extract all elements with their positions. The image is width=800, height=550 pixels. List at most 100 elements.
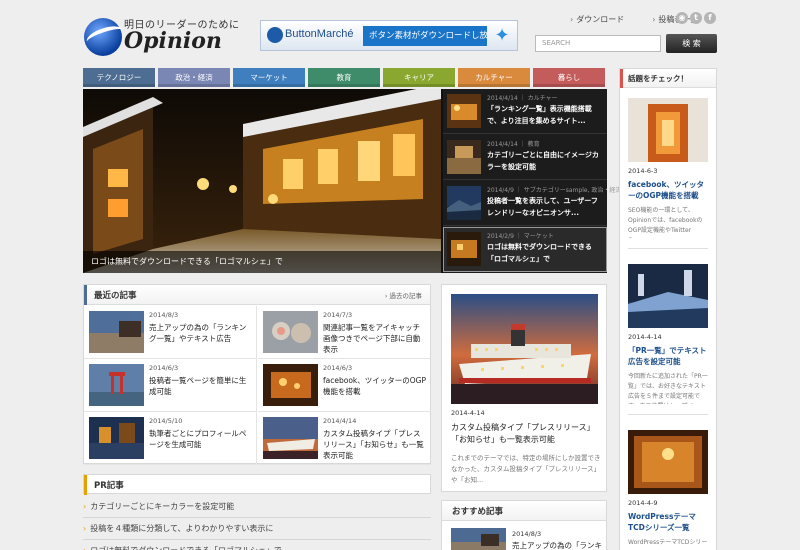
archive-link[interactable]: › 過去の記事 [385, 290, 422, 300]
recent-post-item[interactable]: 2014/4/14 カスタム投稿タイプ「プレスリリース」「お知らせ」も一覧表示可能 [258, 412, 431, 465]
featured-ship-image [451, 294, 598, 404]
slider-item-title: カテゴリーごとに自由にイメージカラーを設定可能 [487, 151, 599, 171]
butterfly-icon: ✦ [494, 25, 510, 46]
recent-post-date: 2014/4/14 [323, 417, 357, 425]
featured-title[interactable]: カスタム投稿タイプ「プレスリリース」「お知らせ」も一覧表示可能 [451, 422, 601, 446]
trending-accent-bar [620, 69, 623, 88]
recent-post-thumbnail [263, 364, 318, 406]
trending-title: 話題をチェック！ [628, 74, 688, 83]
arrow-right-icon: › [83, 546, 86, 550]
trending-thumbnail [628, 98, 708, 162]
pr-panel-header: PR記事 [83, 474, 431, 495]
nav-tab-5[interactable]: カルチャー [458, 68, 530, 87]
hero-caption: ロゴは無料でダウンロードできる「ロゴマルシェ」で [83, 251, 441, 273]
nav-tab-4[interactable]: キャリア [383, 68, 455, 87]
trending-excerpt: SEO機能の一環として、Opinionでは、facebookのOGP設定機能やT… [628, 207, 703, 238]
category-nav: テクノロジー 政治・経済 マーケット 教育 キャリア カルチャー 暮らし [83, 68, 607, 87]
recent-post-thumbnail [89, 417, 144, 459]
nav-tab-1[interactable]: 政治・経済 [158, 68, 230, 87]
slider-list-item[interactable]: 2014/4/14 ｜ 教育カテゴリーごとに自由にイメージカラーを設定可能 [443, 135, 607, 180]
arrow-right-icon: › [570, 15, 574, 24]
recent-post-item[interactable]: 2014/6/3 facebook、ツイッターのOGP機能を搭載 [258, 359, 431, 412]
slider-item-meta: 2014/4/14 ｜ 教育 [487, 141, 540, 148]
recent-post-title: facebook、ツイッターのOGP機能を搭載 [323, 376, 426, 396]
trending-date: 2014-6-3 [628, 167, 658, 175]
arrow-right-icon: › [652, 15, 656, 24]
slider-list-item[interactable]: 2014/4/14 ｜ カルチャー「ランキング一覧」表示機能搭載で、より注目を集… [443, 89, 607, 134]
site-logo[interactable]: 明日のリーダーのために Opinion [84, 14, 239, 58]
recent-post-item[interactable]: 2014/5/10 執筆者ごとにプロフィールページを生成可能 [84, 412, 257, 465]
recent-post-title: 執筆者ごとにプロフィールページを生成可能 [149, 429, 247, 449]
recent-post-date: 2014/6/3 [149, 364, 179, 372]
recent-post-thumbnail [89, 364, 144, 406]
recent-post-title: 関連記事一覧をアイキャッチ画像つきでページ下部に自動表示 [323, 323, 421, 354]
slider-thumbnail [447, 232, 481, 266]
recent-post-date: 2014/8/3 [149, 311, 179, 319]
recent-posts-header: 最近の記事 › 過去の記事 [84, 285, 430, 305]
featured-date: 2014-4-14 [451, 409, 485, 417]
slider-thumbnail [447, 186, 481, 220]
slider-item-title: 投稿者一覧を表示して、ユーザーフレンドリーなオピニオンサ... [487, 197, 598, 217]
pr-divider [83, 539, 431, 540]
recent-post-item[interactable]: 2014/8/3 売上アップの為の「ランキング一覧」やテキスト広告 [84, 306, 257, 359]
pr-item-label: カテゴリーごとにキーカラーを設定可能 [90, 502, 235, 511]
featured-post[interactable]: 2014-4-14 カスタム投稿タイプ「プレスリリース」「お知らせ」も一覧表示可… [441, 284, 607, 492]
arrow-right-icon: › [83, 524, 87, 533]
pr-list-item[interactable]: › カテゴリーごとにキーカラーを設定可能 [83, 501, 234, 512]
trending-thumbnail [628, 264, 708, 328]
slider-thumbnail [447, 94, 481, 128]
recent-posts-panel: 最近の記事 › 過去の記事 2014/8/3 売上アップの為の「ランキング一覧」や… [83, 284, 431, 465]
arrow-right-icon: › [83, 502, 87, 511]
ad-banner[interactable]: ButtonMarché ボタン素材がダウンロードし放題！ ✦ [260, 20, 518, 51]
trending-title-link[interactable]: 「PR一覧」でテキスト広告を設定可能 [628, 345, 708, 367]
nav-tab-0[interactable]: テクノロジー [83, 68, 155, 87]
pr-list-item[interactable]: › 投稿を４種類に分類して、よりわかりやすい表示に [83, 523, 273, 534]
recent-post-date: 2014/5/10 [149, 417, 183, 425]
nav-tab-2[interactable]: マーケット [233, 68, 305, 87]
recent-post-date: 2014/6/3 [323, 364, 353, 372]
slider-item-meta: 2014/4/14 ｜ カルチャー [487, 95, 558, 102]
slider-item-title: ロゴは無料でダウンロードできる「ロゴマルシェ」で [487, 243, 592, 263]
search-input[interactable]: SEARCH [535, 35, 661, 52]
pr-title: PR記事 [94, 481, 124, 491]
trending-title-link[interactable]: WordPressテーマTCDシリーズ一覧 [628, 511, 708, 533]
slider-list-item[interactable]: 2014/2/9 ｜ マーケットロゴは無料でダウンロードできる「ロゴマルシェ」で [443, 227, 607, 272]
facebook-icon[interactable]: f [704, 12, 716, 24]
recent-post-item[interactable]: 2014/6/3 投稿者一覧ページを簡単に生成可能 [84, 359, 257, 412]
slider-item-meta: 2014/4/9 ｜ サブカテゴリーsample, 政治・経済 [487, 187, 622, 194]
rss-icon[interactable]: ◉ [676, 12, 688, 24]
trending-header: 話題をチェック！ [620, 69, 716, 88]
featured-slider: ロゴは無料でダウンロードできる「ロゴマルシェ」で 2014/4/14 ｜ カルチ… [83, 89, 621, 273]
hero-night-street-image [83, 89, 441, 273]
slider-list: 2014/4/14 ｜ カルチャー「ランキング一覧」表示機能搭載で、より注目を集… [443, 89, 621, 273]
banner-text: ボタン素材がダウンロードし放題！ [363, 26, 487, 46]
download-link[interactable]: › ダウンロード [570, 15, 638, 24]
pr-item-label: ロゴは無料でダウンロードできる「ロゴマルシェ」で [90, 546, 282, 550]
trending-excerpt: WordPressテーマTCDシリー [628, 539, 708, 546]
recent-accent-bar [84, 285, 87, 305]
recommend-item-title[interactable]: 売上アップの為の「ランキ [512, 540, 602, 550]
recent-post-thumbnail [263, 311, 318, 353]
slider-item-title: 「ランキング一覧」表示機能搭載で、より注目を集めるサイト... [487, 105, 592, 125]
nav-tab-3[interactable]: 教育 [308, 68, 380, 87]
search-button[interactable]: 検 索 [666, 34, 717, 53]
trending-title-link[interactable]: facebook、ツイッターのOGP機能を搭載 [628, 179, 708, 201]
banner-brand: ButtonMarché [285, 28, 354, 40]
trending-sidebar: 話題をチェック！ 2014-6-3 facebook、ツイッターのOGP機能を搭載… [619, 68, 717, 550]
page: 明日のリーダーのために Opinion ButtonMarché ボタン素材がダ… [0, 0, 800, 550]
trending-excerpt: 今回新たに追加された「PR一覧」では、お好きなテキスト広告を５件まで設定可能です… [628, 373, 708, 404]
slider-thumbnail [447, 140, 481, 174]
slider-item-meta: 2014/2/9 ｜ マーケット [487, 233, 554, 240]
pr-list-item[interactable]: › ロゴは無料でダウンロードできる「ロゴマルシェ」で [83, 545, 282, 550]
hero-image[interactable]: ロゴは無料でダウンロードできる「ロゴマルシェ」で [83, 89, 441, 273]
download-link-label: ダウンロード [576, 15, 625, 24]
recommend-header: おすすめ記事 [442, 501, 606, 521]
slider-list-item[interactable]: 2014/4/9 ｜ サブカテゴリーsample, 政治・経済投稿者一覧を表示し… [443, 181, 621, 226]
recommend-title: おすすめ記事 [452, 507, 504, 517]
recommend-thumbnail[interactable] [451, 528, 506, 550]
recent-post-thumbnail [263, 417, 318, 459]
nav-tab-6[interactable]: 暮らし [533, 68, 605, 87]
recent-post-item[interactable]: 2014/7/3 関連記事一覧をアイキャッチ画像つきでページ下部に自動表示 [258, 306, 431, 359]
twitter-icon[interactable]: t [690, 12, 702, 24]
banner-logo-icon [267, 27, 283, 43]
